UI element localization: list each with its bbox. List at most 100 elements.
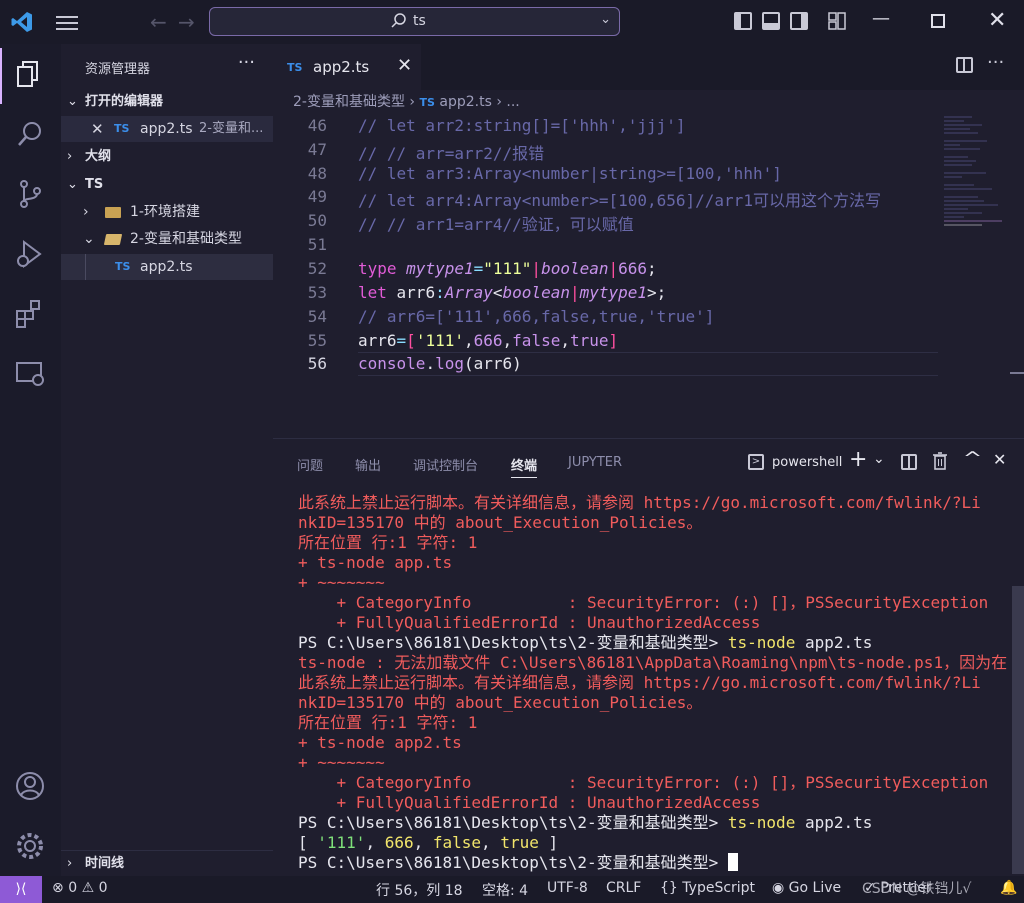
run-debug-icon[interactable] — [14, 238, 46, 270]
toggle-secondary-sidebar-icon[interactable] — [790, 12, 808, 30]
open-editor-item[interactable]: ✕ TS app2.ts 2-变量和... — [61, 116, 273, 142]
line-number: 48 — [307, 164, 327, 183]
terminal-output[interactable]: 此系统上禁止运行脚本。有关详细信息，请参阅 https://go.microso… — [298, 493, 1007, 873]
terminal-icon: > — [748, 454, 764, 470]
line-number: 55 — [307, 331, 327, 350]
breadcrumb-folder[interactable]: 2-变量和基础类型 — [293, 94, 405, 110]
more-actions-icon[interactable]: ··· — [238, 52, 255, 73]
code-line: // let arr4:Array<number>=[100,656]//arr… — [358, 191, 881, 210]
shell-name[interactable]: powershell — [772, 455, 842, 470]
chevron-down-icon: ⌄ — [67, 177, 78, 192]
code-line: // // arr1=arr4//验证，可以赋值 — [358, 215, 634, 234]
terminal-line: PS C:\Users\86181\Desktop\ts\2-变量和基础类型> … — [298, 813, 873, 832]
toggle-panel-icon[interactable] — [762, 12, 780, 30]
line-ending[interactable]: CRLF — [606, 880, 641, 896]
close-panel-icon[interactable]: ✕ — [993, 450, 1006, 469]
chevron-right-icon: › — [496, 94, 507, 110]
trash-icon[interactable] — [932, 452, 948, 470]
folder-icon — [105, 207, 121, 218]
tab-output[interactable]: 输出 — [355, 455, 381, 474]
terminal-line: + FullyQualifiedErrorId : UnauthorizedAc… — [298, 613, 761, 632]
bottom-panel: 问题 输出 调试控制台 终端 JUPYTER > powershell + ⌄ … — [273, 438, 1024, 876]
line-number: 54 — [307, 307, 327, 326]
explorer-icon[interactable] — [14, 58, 46, 90]
more-actions-icon[interactable]: ··· — [987, 52, 1004, 73]
terminal-scrollbar[interactable] — [1012, 586, 1024, 874]
open-editors-section[interactable]: ⌄ 打开的编辑器 — [61, 89, 273, 115]
tree-folder-label: 2-变量和基础类型 — [130, 231, 242, 247]
tab-terminal[interactable]: 终端 — [511, 455, 538, 478]
braces-icon: {} — [660, 880, 678, 896]
search-icon[interactable] — [14, 118, 46, 150]
go-live-button[interactable]: ◉ Go Live — [772, 880, 841, 896]
terminal-line: + ~~~~~~~ — [298, 753, 385, 772]
code-line: let arr6:Array<boolean|mytype1>; — [358, 283, 667, 302]
back-arrow-icon[interactable]: ← — [150, 10, 167, 34]
chevron-down-icon[interactable]: ⌄ — [873, 451, 885, 467]
settings-gear-icon[interactable] — [14, 830, 46, 862]
code-line: // let arr3:Array<number|string>=[100,'h… — [358, 164, 782, 183]
tree-file-app2[interactable]: TS app2.ts — [61, 254, 273, 280]
minimap[interactable] — [942, 114, 1012, 229]
line-number: 47 — [307, 140, 327, 159]
bell-icon[interactable]: 🔔 — [1000, 880, 1017, 896]
line-number: 53 — [307, 283, 327, 302]
minimize-icon[interactable]: — — [872, 8, 890, 29]
source-control-icon[interactable] — [14, 178, 46, 210]
code-editor[interactable]: 46 // let arr2:string[]=['hhh','jjj'] 47… — [273, 114, 1024, 438]
line-number: 52 — [307, 259, 327, 278]
terminal-line: PS C:\Users\86181\Desktop\ts\2-变量和基础类型> … — [298, 633, 873, 652]
cursor-position[interactable]: 行 56，列 18 — [376, 880, 463, 900]
problems-status[interactable]: ⊗ 0 ⚠ 0 — [52, 880, 108, 896]
split-terminal-icon[interactable] — [901, 454, 917, 470]
extensions-icon[interactable] — [14, 298, 46, 330]
terminal-line: + CategoryInfo : SecurityError: (:) []，P… — [298, 773, 989, 792]
tab-app2[interactable]: TS app2.ts ✕ — [273, 44, 421, 90]
chevron-down-icon[interactable]: ⌄ — [600, 12, 611, 27]
error-count: 0 — [68, 880, 78, 896]
broadcast-icon: ◉ — [772, 880, 785, 896]
language-mode[interactable]: {} TypeScript — [660, 880, 755, 896]
indent-spaces[interactable]: 空格: 4 — [482, 880, 528, 900]
close-window-icon[interactable]: ✕ — [988, 8, 1006, 33]
terminal-line: nkID=135170 中的 about_Execution_Policies。 — [298, 693, 703, 712]
close-icon[interactable]: ✕ — [91, 116, 104, 142]
customize-layout-icon[interactable] — [828, 12, 846, 30]
ts-file-icon: TS — [419, 96, 435, 109]
tree-folder-2[interactable]: ⌄ 2-变量和基础类型 — [61, 226, 273, 252]
terminal-line: 此系统上禁止运行脚本。有关详细信息，请参阅 https://go.microso… — [298, 673, 981, 692]
command-center-search[interactable]: ts ⌄ — [209, 7, 620, 36]
tab-debug-console[interactable]: 调试控制台 — [413, 455, 478, 474]
ts-file-icon: TS — [287, 61, 303, 74]
remote-explorer-icon[interactable] — [14, 358, 46, 390]
breadcrumb-file[interactable]: app2.ts — [439, 94, 492, 110]
new-terminal-icon[interactable]: + — [849, 447, 867, 472]
menu-icon[interactable] — [56, 12, 78, 32]
folder-open-icon — [103, 234, 123, 245]
warning-count: 0 — [98, 880, 108, 896]
tab-label: app2.ts — [313, 58, 370, 76]
folder-section[interactable]: ⌄ TS — [61, 172, 273, 198]
tree-folder-1[interactable]: › 1-环境搭建 — [61, 199, 273, 225]
forward-arrow-icon[interactable]: → — [178, 10, 195, 34]
close-tab-icon[interactable]: ✕ — [397, 55, 412, 76]
maximize-panel-icon[interactable]: ^ — [963, 448, 983, 469]
encoding[interactable]: UTF-8 — [547, 880, 588, 896]
code-line: // let arr2:string[]=['hhh','jjj'] — [358, 116, 686, 135]
ts-file-icon: TS — [114, 122, 130, 135]
breadcrumb-more[interactable]: ... — [506, 94, 519, 110]
toggle-sidebar-icon[interactable] — [734, 12, 752, 30]
timeline-section[interactable]: › 时间线 — [61, 850, 273, 876]
maximize-icon[interactable] — [931, 14, 945, 28]
terminal-line: + FullyQualifiedErrorId : UnauthorizedAc… — [298, 793, 761, 812]
chevron-right-icon: › — [67, 856, 73, 871]
language-label: TypeScript — [682, 880, 756, 896]
split-editor-icon[interactable] — [956, 57, 973, 73]
tab-problems[interactable]: 问题 — [297, 455, 323, 474]
tab-jupyter[interactable]: JUPYTER — [568, 455, 622, 470]
account-icon[interactable] — [14, 770, 46, 802]
remote-indicator-icon[interactable]: ⟩⟨ — [0, 876, 42, 903]
chevron-down-icon: ⌄ — [67, 94, 78, 109]
outline-section[interactable]: › 大纲 — [61, 144, 273, 170]
line-number: 50 — [307, 211, 327, 230]
